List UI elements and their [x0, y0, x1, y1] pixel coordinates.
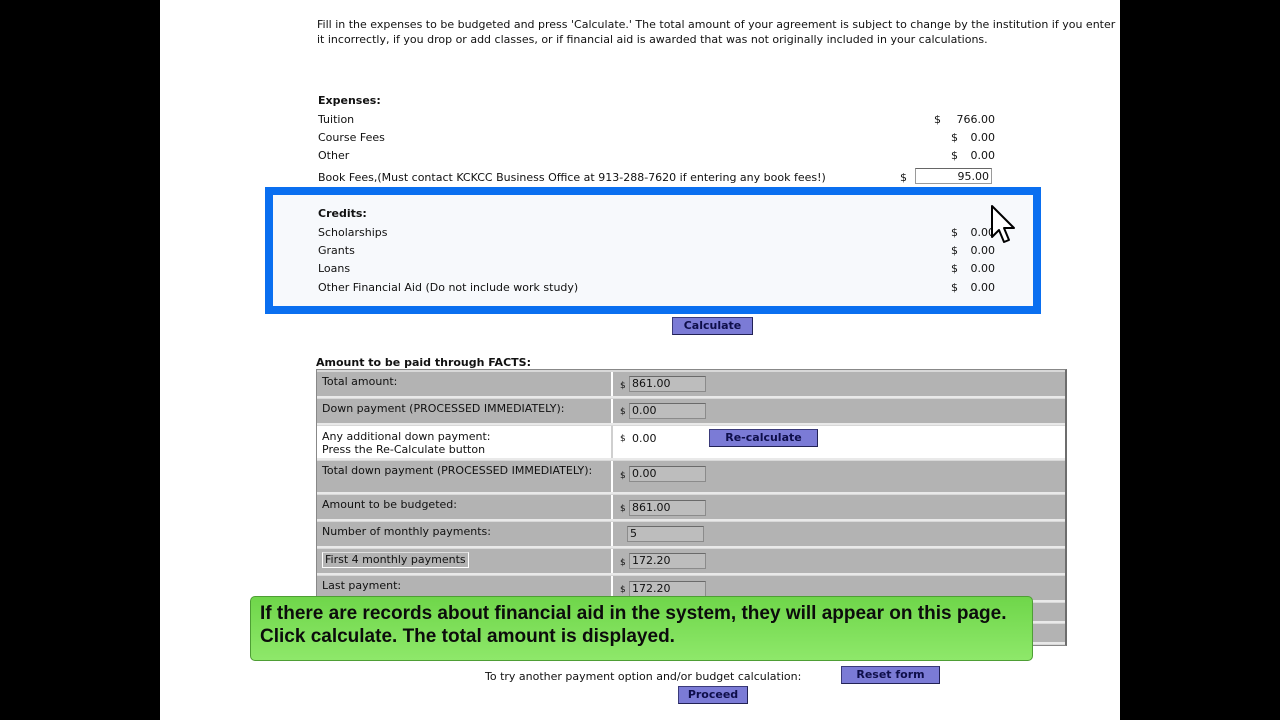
- book-fees-input[interactable]: [915, 168, 992, 184]
- facts-label: Total down payment (PROCESSED IMMEDIATEL…: [317, 461, 613, 492]
- credit-label-loans: Loans: [318, 262, 351, 275]
- expense-currency-course-fees: $: [951, 131, 958, 144]
- reset-form-button[interactable]: Reset form: [841, 666, 940, 684]
- credit-label-scholarships: Scholarships: [318, 226, 388, 239]
- credit-label-grants: Grants: [318, 244, 355, 257]
- facts-row-total-amount: Total amount: $ 861.00: [317, 372, 1065, 398]
- facts-currency: $: [620, 558, 626, 568]
- credit-amount-loans: 0.00: [970, 262, 996, 275]
- facts-currency: $: [620, 407, 626, 417]
- tutorial-caption-banner: If there are records about financial aid…: [250, 596, 1033, 661]
- facts-label: Total amount:: [317, 372, 613, 396]
- facts-sublabel: Press the Re-Calculate button: [322, 443, 486, 456]
- payment-plan-page: Fill in the expenses to be budgeted and …: [160, 0, 1120, 720]
- book-fees-currency: $: [900, 171, 907, 184]
- facts-label: Number of monthly payments:: [317, 522, 613, 546]
- facts-value-amount-budgeted: 861.00: [629, 500, 706, 516]
- facts-value-down-payment: 0.00: [629, 403, 706, 419]
- expense-amount-course-fees: 0.00: [970, 131, 996, 144]
- recalculate-button[interactable]: Re-calculate: [709, 429, 818, 447]
- facts-currency: $: [620, 504, 626, 514]
- facts-label: Down payment (PROCESSED IMMEDIATELY):: [317, 399, 613, 423]
- facts-label: First 4 monthly payments: [322, 552, 469, 568]
- calculate-button[interactable]: Calculate: [672, 317, 753, 335]
- credit-currency-other-aid: $: [951, 281, 958, 294]
- credits-highlight-box: [265, 187, 1041, 314]
- expense-amount-other: 0.00: [970, 149, 996, 162]
- facts-row-monthly-payments: Number of monthly payments: 5: [317, 522, 1065, 548]
- credits-heading: Credits:: [318, 207, 367, 220]
- expense-amount-tuition: 766.00: [956, 113, 996, 126]
- expense-currency-other: $: [951, 149, 958, 162]
- reset-prompt: To try another payment option and/or bud…: [485, 670, 802, 683]
- facts-row-first-payments: First 4 monthly payments $ 172.20: [317, 549, 1065, 575]
- facts-value-total-down-payment: 0.00: [629, 466, 706, 482]
- credit-currency-grants: $: [951, 244, 958, 257]
- facts-value-monthly-payments: 5: [627, 526, 704, 542]
- facts-value-first-payments: 172.20: [629, 553, 706, 569]
- facts-value-total-amount: 861.00: [629, 376, 706, 392]
- expense-label-tuition: Tuition: [318, 113, 355, 126]
- facts-row-amount-budgeted: Amount to be budgeted: $ 861.00: [317, 495, 1065, 521]
- facts-row-additional-down-payment: Any additional down payment: Press the R…: [317, 426, 1065, 460]
- additional-down-payment-input[interactable]: [629, 430, 706, 446]
- facts-title: Amount to be paid through FACTS:: [316, 356, 531, 369]
- intro-text: Fill in the expenses to be budgeted and …: [317, 18, 1116, 46]
- facts-label: Any additional down payment:: [322, 430, 491, 443]
- expense-label-other: Other: [318, 149, 350, 162]
- credit-label-other-aid: Other Financial Aid (Do not include work…: [318, 281, 579, 294]
- facts-currency: $: [620, 434, 626, 444]
- expense-currency-tuition: $: [934, 113, 941, 126]
- arrow-pointer-icon: [991, 205, 1015, 243]
- facts-currency: $: [620, 381, 626, 391]
- facts-currency: $: [620, 471, 626, 481]
- facts-currency: $: [620, 585, 626, 595]
- expense-label-course-fees: Course Fees: [318, 131, 385, 144]
- facts-row-total-down-payment: Total down payment (PROCESSED IMMEDIATEL…: [317, 461, 1065, 494]
- facts-label: Amount to be budgeted:: [317, 495, 613, 519]
- proceed-button[interactable]: Proceed: [678, 686, 748, 704]
- facts-row-down-payment: Down payment (PROCESSED IMMEDIATELY): $ …: [317, 399, 1065, 425]
- credit-currency-loans: $: [951, 262, 958, 275]
- book-fees-label: Book Fees,(Must contact KCKCC Business O…: [318, 171, 826, 184]
- facts-value-last-payment: 172.20: [629, 581, 706, 597]
- expenses-heading: Expenses:: [318, 94, 381, 107]
- credit-amount-other-aid: 0.00: [970, 281, 996, 294]
- credit-currency-scholarships: $: [951, 226, 958, 239]
